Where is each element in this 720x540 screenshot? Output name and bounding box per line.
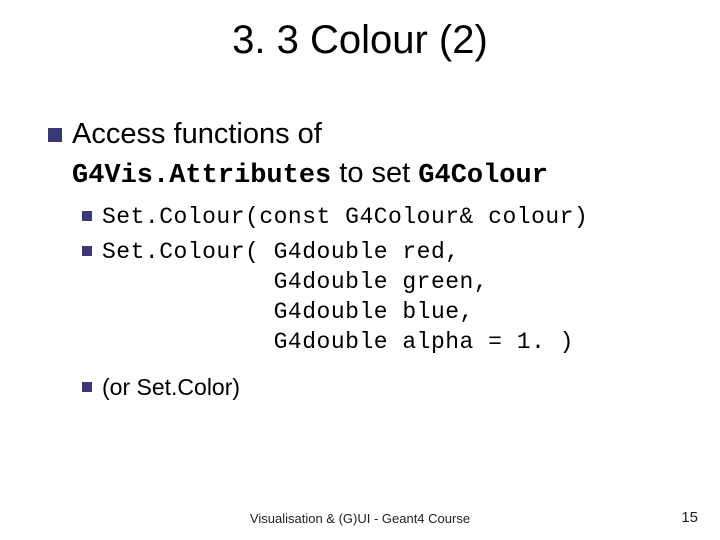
square-bullet-icon [82,382,92,392]
code-block: Set.Colour( G4double red, G4double green… [102,238,574,358]
code-line: Set.Colour( G4double red, [102,239,460,265]
code-line: G4double alpha = 1. ) [102,329,574,355]
text-prefix: Access functions of [72,118,322,150]
slide-footer: Visualisation & (G)UI - Geant4 Course [0,511,720,526]
code-line: G4double green, [102,269,488,295]
square-bullet-icon [48,128,62,142]
bullet-level2-group: Set.Colour(const G4Colour& colour) Set.C… [82,203,690,401]
bullet-level1-text: Access functions of G4Vis.Attributes to … [72,115,548,195]
code-line: G4double blue, [102,299,474,325]
bullet-level2: Set.Colour(const G4Colour& colour) [82,203,690,233]
slide: 3. 3 Colour (2) Access functions of G4Vi… [0,0,720,540]
slide-title: 3. 3 Colour (2) [0,18,720,62]
slide-body: Access functions of G4Vis.Attributes to … [48,115,690,401]
bullet-level2: (or Set.Color) [82,374,690,401]
square-bullet-icon [82,211,92,221]
square-bullet-icon [82,246,92,256]
bullet-level2: Set.Colour( G4double red, G4double green… [82,238,690,358]
code-line: Set.Colour(const G4Colour& colour) [102,203,588,233]
text-mid: to set [331,157,418,189]
bullet-text: (or Set.Color) [102,374,240,401]
page-number: 15 [681,509,698,526]
code-class-2: G4Colour [418,161,548,191]
code-class-1: G4Vis.Attributes [72,161,331,191]
bullet-level1: Access functions of G4Vis.Attributes to … [48,115,690,195]
